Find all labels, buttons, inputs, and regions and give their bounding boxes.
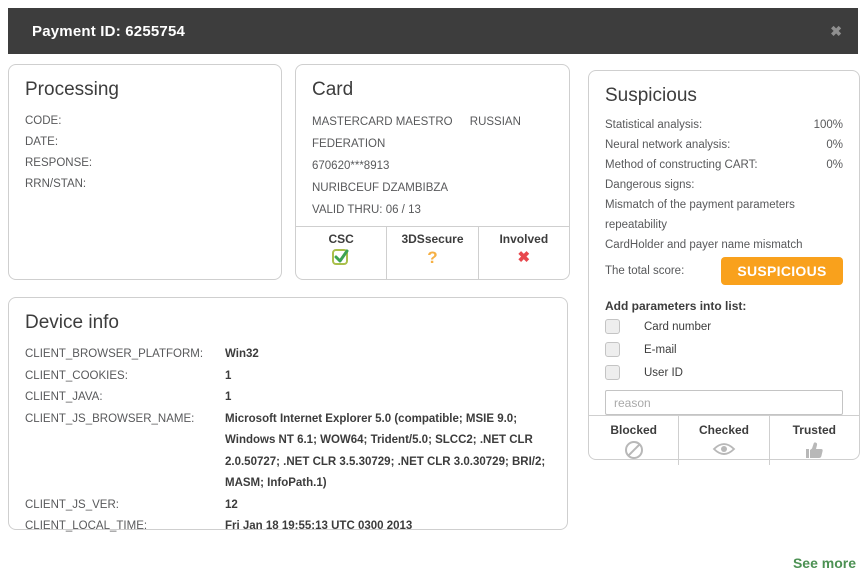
device-row-platform: CLIENT_BROWSER_PLATFORM: Win32: [25, 344, 551, 366]
device-label: CLIENT_BROWSER_PLATFORM:: [25, 344, 225, 366]
checkbox-row-user-id: User ID: [605, 361, 843, 384]
card-number: 670620***8913: [312, 155, 553, 177]
blocked-label: Blocked: [589, 423, 678, 437]
cross-icon: ✖: [518, 249, 531, 266]
card-brand: MASTERCARD MAESTRO: [312, 116, 453, 128]
close-icon[interactable]: ✖: [830, 24, 842, 38]
checkbox-label: E-mail: [644, 344, 677, 356]
user-id-checkbox[interactable]: [605, 365, 620, 380]
device-value: 1: [225, 366, 551, 388]
see-more-link[interactable]: See more: [793, 555, 856, 571]
dangerous-signs-header: Dangerous signs:: [605, 175, 843, 195]
metric-value: 100%: [814, 115, 843, 135]
metric-label: Method of constructing CART:: [605, 155, 758, 175]
checked-button[interactable]: Checked: [678, 416, 768, 465]
modal-header: Payment ID: 6255754 ✖: [8, 8, 858, 54]
blocked-button[interactable]: Blocked: [589, 416, 678, 465]
checkbox-label: User ID: [644, 367, 683, 379]
add-parameters-label: Add parameters into list:: [605, 297, 843, 315]
eye-icon: [712, 445, 736, 462]
metric-label: Neural network analysis:: [605, 135, 730, 155]
device-value: 1: [225, 387, 551, 409]
processing-title: Processing: [9, 65, 281, 109]
device-label: CLIENT_JS_VER:: [25, 495, 225, 517]
checkbox-checked-icon: [332, 248, 350, 266]
card-panel: Card MASTERCARD MAESTRO RUSSIAN FEDERATI…: [295, 64, 570, 280]
device-row-browser-name: CLIENT_JS_BROWSER_NAME: Microsoft Intern…: [25, 409, 551, 495]
metric-value: 0%: [826, 155, 843, 175]
metric-neural: Neural network analysis: 0%: [605, 135, 843, 155]
question-mark-icon: ?: [427, 248, 437, 267]
suspicious-score-badge: SUSPICIOUS: [721, 257, 843, 285]
trusted-button[interactable]: Trusted: [769, 416, 859, 465]
device-row-local-time: CLIENT_LOCAL_TIME: Fri Jan 18 19:55:13 U…: [25, 516, 551, 538]
metric-label: Statistical analysis:: [605, 115, 702, 135]
email-checkbox[interactable]: [605, 342, 620, 357]
card-status-involved: Involved ✖: [478, 227, 569, 279]
device-info-title: Device info: [9, 298, 567, 342]
checkbox-row-email: E-mail: [605, 338, 843, 361]
threeds-label: 3DSsecure: [387, 232, 477, 246]
device-label: CLIENT_COOKIES:: [25, 366, 225, 388]
device-value: Win32: [225, 344, 551, 366]
device-label: CLIENT_JS_BROWSER_NAME:: [25, 409, 225, 495]
checked-label: Checked: [679, 423, 768, 437]
involved-label: Involved: [479, 232, 569, 246]
suspicious-title: Suspicious: [589, 71, 859, 115]
suspicious-panel: Suspicious Statistical analysis: 100% Ne…: [588, 70, 860, 460]
dangerous-sign: Mismatch of the payment parameters repea…: [605, 195, 843, 235]
card-status-csc: CSC: [296, 227, 386, 279]
card-holder: NURIBCEUF DZAMBIBZA: [312, 177, 553, 199]
metric-cart: Method of constructing CART: 0%: [605, 155, 843, 175]
processing-panel: Processing CODE: DATE: RESPONSE: RRN/STA…: [8, 64, 282, 280]
card-number-checkbox[interactable]: [605, 319, 620, 334]
page-title: Payment ID: 6255754: [32, 23, 185, 40]
suspicious-actions-row: Blocked Checked Trusted: [589, 415, 859, 465]
device-info-panel: Device info CLIENT_BROWSER_PLATFORM: Win…: [8, 297, 568, 530]
card-status-row: CSC 3DSsecure ? Involved ✖: [296, 226, 569, 279]
device-label: CLIENT_LOCAL_TIME:: [25, 516, 225, 538]
card-status-3dssecure: 3DSsecure ?: [386, 227, 477, 279]
thumbs-up-icon: Trusted: [770, 423, 859, 464]
csc-label: CSC: [296, 232, 386, 246]
device-row-cookies: CLIENT_COOKIES: 1: [25, 366, 551, 388]
device-row-java: CLIENT_JAVA: 1: [25, 387, 551, 409]
processing-field-response: RESPONSE:: [25, 153, 265, 174]
device-label: CLIENT_JAVA:: [25, 387, 225, 409]
processing-field-date: DATE:: [25, 132, 265, 153]
card-brand-country: MASTERCARD MAESTRO RUSSIAN FEDERATION: [312, 111, 553, 155]
processing-field-code: CODE:: [25, 111, 265, 132]
metric-value: 0%: [826, 135, 843, 155]
device-row-js-ver: CLIENT_JS_VER: 12: [25, 495, 551, 517]
total-score-label: The total score:: [605, 265, 684, 277]
reason-input[interactable]: [605, 390, 843, 415]
total-score-row: The total score: SUSPICIOUS: [605, 257, 843, 285]
card-title: Card: [296, 65, 569, 109]
trusted-label: Trusted: [770, 423, 859, 437]
processing-field-rrnstan: RRN/STAN:: [25, 174, 265, 195]
metric-statistical: Statistical analysis: 100%: [605, 115, 843, 135]
ban-icon: [624, 447, 644, 464]
card-valid-thru: VALID THRU: 06 / 13: [312, 199, 553, 221]
checkbox-row-card-number: Card number: [605, 315, 843, 338]
dangerous-sign: CardHolder and payer name mismatch: [605, 235, 843, 255]
checkbox-label: Card number: [644, 321, 711, 333]
device-value: Microsoft Internet Explorer 5.0 (compati…: [225, 409, 551, 495]
device-value: Fri Jan 18 19:55:13 UTC 0300 2013: [225, 516, 551, 538]
device-value: 12: [225, 495, 551, 517]
